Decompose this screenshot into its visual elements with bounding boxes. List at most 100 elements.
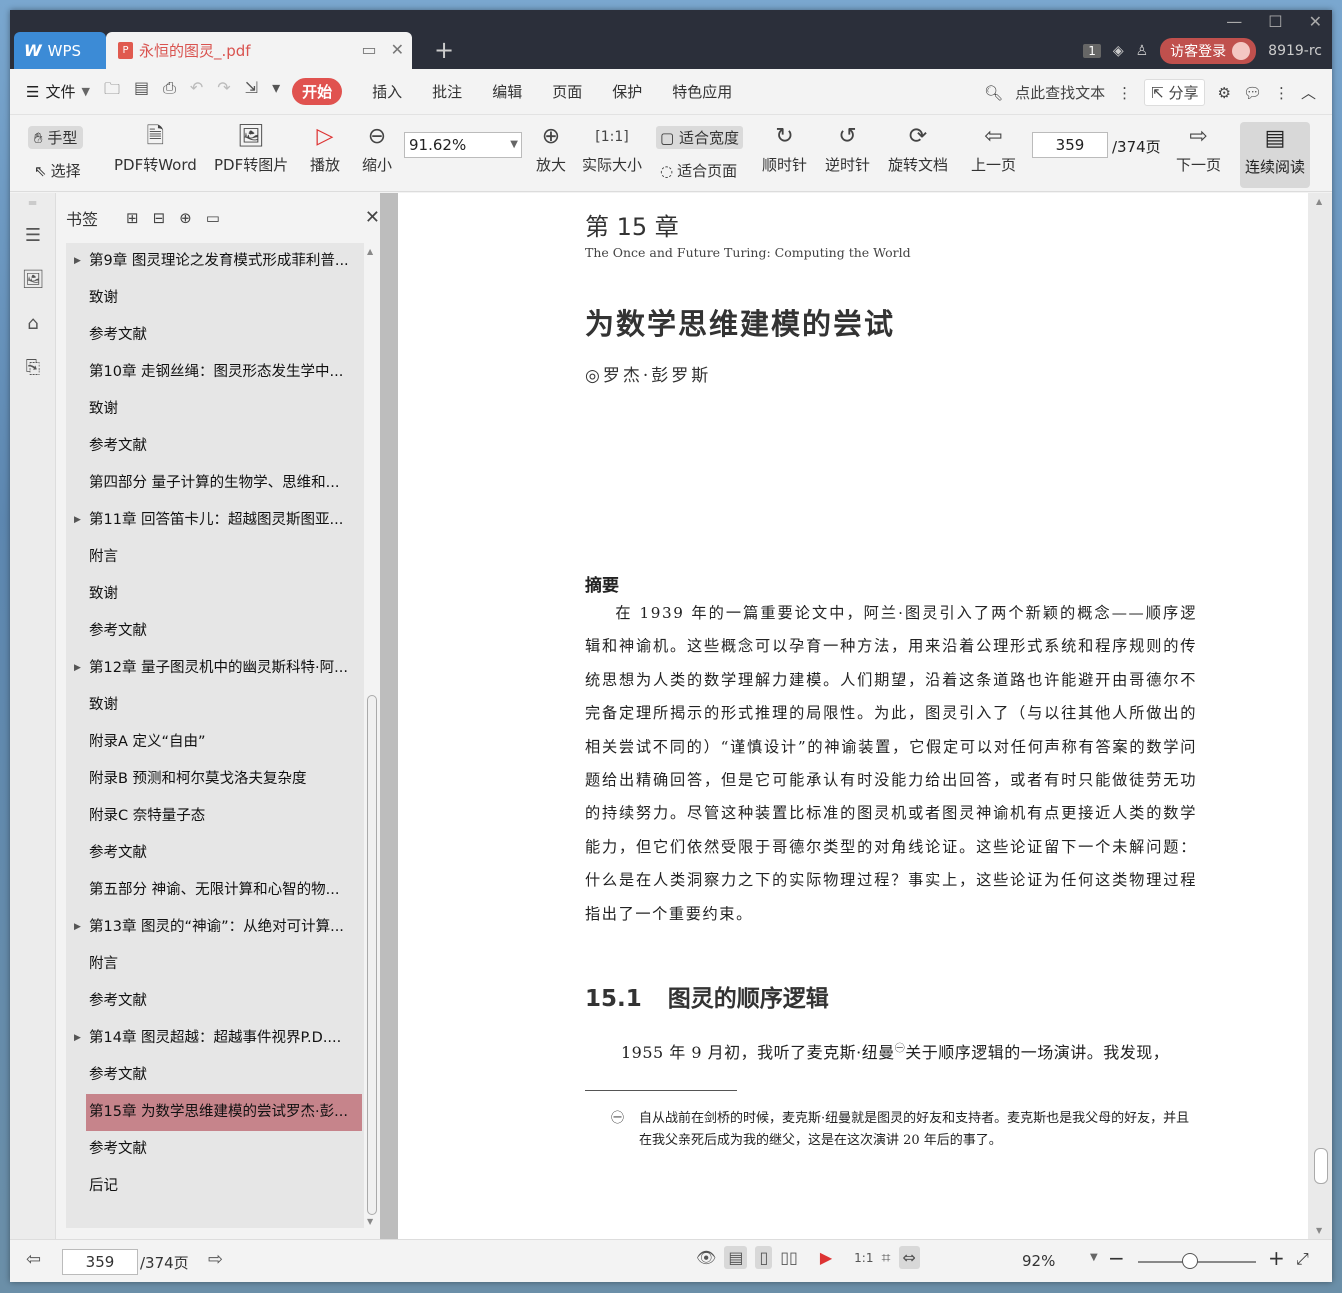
bookmark-item[interactable]: 附言: [66, 946, 364, 983]
status-page-input[interactable]: 359: [62, 1249, 138, 1275]
next-page-button[interactable]: ⇨ 下一页: [1176, 120, 1221, 175]
select-tool-button[interactable]: ⇖ 选择: [34, 160, 81, 181]
bookmark-item[interactable]: 附录C 奈特量子态: [66, 798, 364, 835]
status-next-page-icon[interactable]: ⇨: [208, 1249, 223, 1270]
bookmark-scroll-thumb[interactable]: [367, 695, 377, 1215]
bookmark-item[interactable]: 参考文献: [66, 983, 364, 1020]
menu-annotate[interactable]: 批注: [422, 77, 472, 106]
menu-start[interactable]: 开始: [292, 78, 343, 105]
thumbnail-icon[interactable]: 🖼︎: [10, 257, 56, 301]
skin-icon[interactable]: ♙: [1136, 43, 1149, 59]
bookmark-item[interactable]: 第四部分 量子计算的生物学、思维和...: [66, 465, 364, 502]
outline-icon[interactable]: ☰: [10, 213, 56, 257]
footnote-ref[interactable]: ㊀: [895, 1044, 906, 1055]
play-button[interactable]: ▷ 播放: [310, 120, 340, 175]
status-zoom-value[interactable]: 92%: [1022, 1252, 1055, 1270]
expand-caret-icon[interactable]: ▶: [74, 650, 81, 687]
window-count-badge[interactable]: 1: [1083, 44, 1101, 58]
actual-size-status-icon[interactable]: 1:1: [854, 1251, 873, 1265]
bookmark-item[interactable]: 致谢: [66, 391, 364, 428]
chevron-down-icon[interactable]: ▼: [81, 85, 89, 98]
zoom-in-button[interactable]: ⊕ 放大: [536, 120, 566, 175]
save-icon[interactable]: ▤: [134, 78, 149, 105]
search-text-button[interactable]: 点此查找文本: [1015, 82, 1105, 103]
close-window-icon[interactable]: ✕: [1309, 12, 1322, 31]
menu-protect[interactable]: 保护: [602, 77, 652, 106]
bookmark-item[interactable]: 参考文献: [66, 613, 364, 650]
redo-icon[interactable]: ↷: [217, 78, 230, 105]
document-scrollbar[interactable]: ▲ ▼: [1308, 193, 1332, 1239]
eye-protect-icon[interactable]: 👁︎: [696, 1248, 716, 1267]
bookmark-item[interactable]: ▶ 第9章 图灵理论之发育模式形成菲利普...: [66, 243, 364, 280]
bookmark-item[interactable]: 参考文献: [66, 317, 364, 354]
close-panel-icon[interactable]: ✕: [365, 207, 380, 228]
more-options-icon[interactable]: ⋮: [1274, 84, 1289, 102]
bookmark-item[interactable]: ▶ 第11章 回答笛卡儿：超越图灵斯图亚...: [66, 502, 364, 539]
zoom-plus-icon[interactable]: +: [1268, 1246, 1285, 1270]
bookmark-item[interactable]: 后记: [66, 1168, 364, 1205]
menu-special[interactable]: 特色应用: [662, 77, 742, 106]
bookmark-item[interactable]: 参考文献: [66, 428, 364, 465]
search-icon[interactable]: 🔍︎: [984, 84, 1003, 102]
expand-caret-icon[interactable]: ▶: [74, 1020, 81, 1057]
page-number-input[interactable]: 359: [1032, 132, 1108, 158]
single-page-icon[interactable]: ▯: [755, 1246, 773, 1269]
two-page-icon[interactable]: ▯▯: [780, 1248, 798, 1267]
add-bookmark-icon[interactable]: ⊕: [179, 209, 192, 227]
bookmark-item[interactable]: 参考文献: [66, 835, 364, 872]
close-tab-icon[interactable]: ✕: [391, 40, 404, 59]
print-icon[interactable]: ⎙: [163, 78, 176, 105]
hand-tool-button[interactable]: ✋︎ 手型: [28, 126, 84, 149]
monitor-icon[interactable]: ▭: [361, 40, 376, 59]
open-folder-icon[interactable]: 🗀: [104, 78, 120, 105]
zoom-slider-knob[interactable]: [1182, 1253, 1198, 1269]
expand-all-icon[interactable]: ⊞: [126, 209, 139, 227]
tab-document[interactable]: P 永恒的图灵_.pdf ▭ ✕: [106, 32, 412, 69]
minimize-icon[interactable]: —: [1226, 12, 1242, 31]
expand-caret-icon[interactable]: ▶: [74, 243, 81, 280]
document-scroll-thumb[interactable]: [1314, 1148, 1328, 1184]
bookmark-item[interactable]: 参考文献: [66, 1057, 364, 1094]
rotate-document-button[interactable]: ⟳ 旋转文档: [888, 120, 948, 175]
tab-wps-home[interactable]: W WPS: [14, 32, 106, 69]
new-tab-button[interactable]: +: [434, 36, 454, 64]
expand-caret-icon[interactable]: ▶: [74, 909, 81, 946]
bookmark-item[interactable]: 致谢: [66, 280, 364, 317]
bookmark-item[interactable]: ▶ 第13章 图灵的“神谕”：从绝对可计算...: [66, 909, 364, 946]
status-prev-page-icon[interactable]: ⇦: [26, 1249, 41, 1270]
bookmark-item[interactable]: 附言: [66, 539, 364, 576]
actual-size-button[interactable]: [1:1] 实际大小: [582, 120, 642, 175]
zoom-out-button[interactable]: ⊖ 缩小: [362, 120, 392, 175]
continuous-view-icon[interactable]: ▤: [724, 1246, 748, 1269]
fullscreen-icon[interactable]: ⤢: [1296, 1249, 1309, 1269]
attachment-icon[interactable]: ⎘: [10, 345, 56, 389]
export-icon[interactable]: ⇲: [245, 78, 258, 105]
menu-insert[interactable]: 插入: [362, 77, 412, 106]
login-button[interactable]: 访客登录: [1160, 38, 1257, 64]
more-dropdown-icon[interactable]: ▾: [272, 78, 280, 105]
expand-caret-icon[interactable]: ▶: [74, 502, 81, 539]
share-button[interactable]: ⇱ 分享: [1144, 79, 1206, 106]
bookmark-item[interactable]: 参考文献: [66, 1131, 364, 1168]
fit-width-status-icon[interactable]: ⇔: [898, 1246, 920, 1269]
pdf-to-image-button[interactable]: 🖼︎ PDF转图片: [214, 120, 288, 175]
more-vertical-icon[interactable]: ⋮: [1117, 84, 1132, 102]
undo-icon[interactable]: ↶: [190, 78, 203, 105]
bookmark-item[interactable]: 附录B 预测和柯尔莫戈洛夫复杂度: [66, 761, 364, 798]
gear-icon[interactable]: ⚙: [1217, 84, 1230, 102]
zoom-minus-icon[interactable]: −: [1108, 1246, 1125, 1270]
menu-page[interactable]: 页面: [542, 77, 592, 106]
maximize-icon[interactable]: ☐: [1268, 12, 1282, 31]
bookmark-item[interactable]: 致谢: [66, 576, 364, 613]
fit-page-status-icon[interactable]: ⌗: [881, 1248, 890, 1268]
comment-icon[interactable]: 💬︎: [1243, 84, 1262, 102]
rotate-clockwise-button[interactable]: ↻ 顺时针: [762, 120, 807, 175]
annotation-tag-icon[interactable]: ⌂: [10, 301, 56, 345]
menu-edit[interactable]: 编辑: [482, 77, 532, 106]
bookmark-item[interactable]: 第五部分 神谕、无限计算和心智的物...: [66, 872, 364, 909]
collapse-all-icon[interactable]: ⊟: [153, 209, 166, 227]
document-viewport[interactable]: 第 15 章 The Once and Future Turing: Compu…: [380, 193, 1332, 1239]
collapse-ribbon-icon[interactable]: ︿: [1301, 82, 1316, 103]
bookmark-item[interactable]: ▶第15章 为数学思维建模的尝试罗杰·彭...: [86, 1094, 362, 1131]
pdf-to-word-button[interactable]: 🗎 PDF转Word: [114, 120, 197, 175]
